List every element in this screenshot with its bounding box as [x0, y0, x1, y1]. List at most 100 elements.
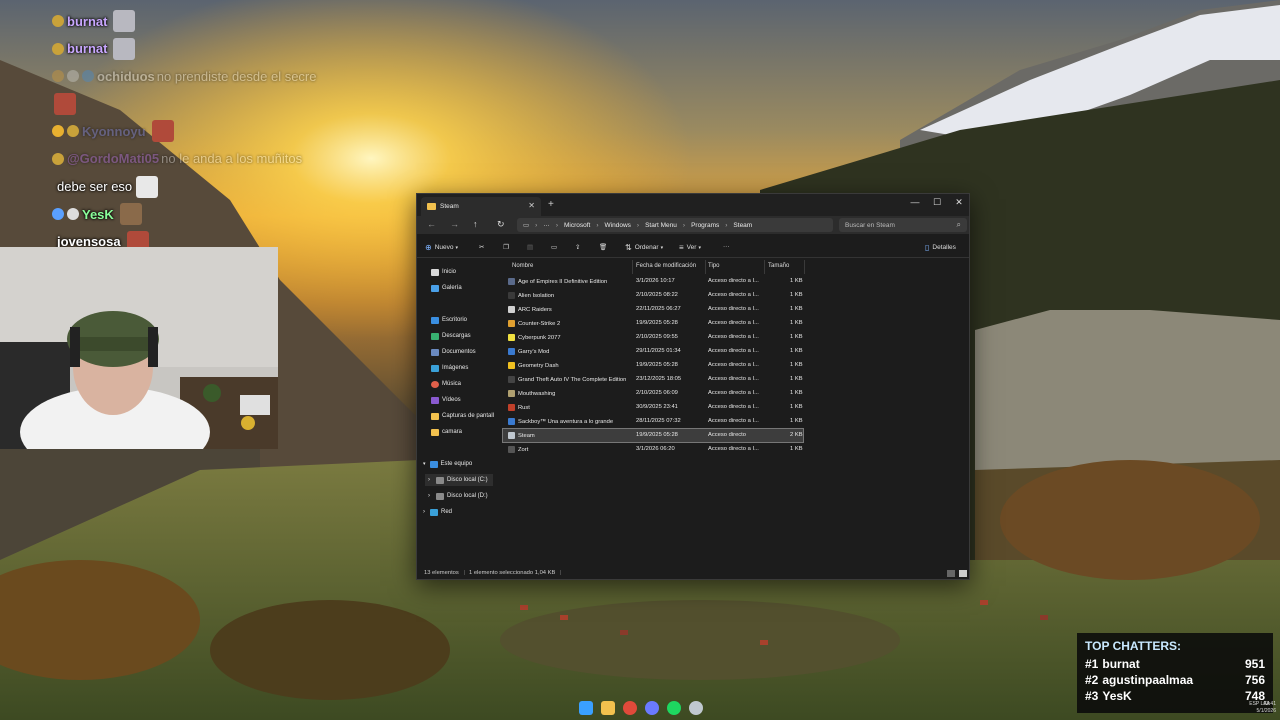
file-row[interactable]: Mouthwashing 2/10/2025 06:09 Acceso direct… [503, 387, 803, 400]
sidebar-item-imagenes[interactable]: Imágenes [431, 362, 468, 374]
file-row[interactable]: Geometry Dash 19/9/2025 05:28 Acceso direc… [503, 359, 803, 372]
file-row[interactable]: Age of Empires II Definitive Edition 3/1/… [503, 275, 803, 288]
file-size: 1 KB [790, 278, 803, 284]
file-row[interactable]: Garry's Mod 29/11/2025 01:34 Acceso direct… [503, 345, 803, 358]
column-header-name[interactable]: Nombre [512, 263, 533, 269]
file-row[interactable]: Alien Isolation 2/10/2025 08:22 Acceso dir… [503, 289, 803, 302]
search-input[interactable]: Buscar en Steam ⌕ [839, 218, 967, 232]
rename-icon[interactable]: ▭ [551, 243, 557, 251]
forward-arrow-icon[interactable]: → [450, 219, 459, 229]
more-crumbs-icon[interactable]: ··· [543, 222, 550, 229]
sidebar-item-musica[interactable]: Música [431, 378, 461, 390]
breadcrumb-windows[interactable]: Windows [605, 222, 631, 229]
close-window-icon[interactable]: ✕ [949, 197, 969, 208]
sidebar-item-videos[interactable]: Vídeos [431, 394, 461, 406]
chevron-right-icon: › [535, 221, 538, 229]
column-header-type[interactable]: Tipo [708, 263, 719, 269]
copy-icon[interactable]: ❐ [503, 243, 509, 251]
column-divider[interactable] [764, 260, 765, 274]
column-divider[interactable] [705, 260, 706, 274]
chevron-right-icon[interactable]: › [428, 493, 430, 499]
view-button[interactable]: ≡ Ver ▾ [679, 243, 701, 252]
up-arrow-icon[interactable]: ↑ [473, 219, 478, 229]
sidebar-item-red[interactable]: › Red [423, 506, 452, 518]
delete-icon[interactable]: 🗑 [599, 243, 607, 251]
maximize-icon[interactable]: ☐ [927, 197, 947, 208]
chat-username: @GordoMati05 [67, 151, 160, 167]
sidebar-item-documentos[interactable]: Documentos [431, 346, 476, 358]
tiles-view-icon[interactable] [959, 570, 967, 577]
sidebar-item-escritorio[interactable]: Escritorio [431, 314, 467, 326]
more-options-icon[interactable]: ··· [723, 243, 730, 250]
chat-message: burnat [52, 36, 412, 62]
file-date: 28/11/2025 07:32 [636, 418, 681, 424]
windows-start-icon[interactable] [579, 701, 593, 715]
sidebar-item-galeria[interactable]: Galería [431, 282, 462, 294]
column-header-modified[interactable]: Fecha de modificación [636, 263, 696, 269]
file-row[interactable]: Grand Theft Auto IV The Complete Edition… [503, 373, 803, 386]
sort-button[interactable]: ⇅ Ordenar ▾ [625, 243, 663, 252]
file-date: 19/9/2025 05:28 [636, 432, 678, 438]
sidebar-item-inicio[interactable]: Inicio [431, 266, 456, 278]
stream-chat: burnat burnat ochiduos no prendiste desd… [52, 8, 412, 256]
discord-icon[interactable] [645, 701, 659, 715]
address-bar[interactable]: ▭ › ··· › Microsoft › Windows › Start Me… [517, 218, 833, 232]
file-row[interactable]: ARC Raiders 22/11/2025 06:27 Acceso direct… [503, 303, 803, 316]
column-header-size[interactable]: Tamaño [768, 263, 789, 269]
status-divider: | [560, 570, 562, 576]
file-date: 2/10/2025 08:22 [636, 292, 678, 298]
spotify-icon[interactable] [667, 701, 681, 715]
column-divider[interactable] [632, 260, 633, 274]
minimize-icon[interactable]: — [905, 197, 925, 207]
cut-icon[interactable]: ✂ [479, 243, 484, 251]
new-button[interactable]: ⊕ Nuevo ▾ [425, 243, 458, 252]
breadcrumb-programs[interactable]: Programs [691, 222, 719, 229]
share-icon[interactable]: ⇪ [575, 243, 580, 251]
clock-readout[interactable]: 03:41 5/1/2026 [1257, 701, 1276, 715]
breadcrumb-steam[interactable]: Steam [733, 222, 752, 229]
file-row[interactable]: Zort 3/1/2026 06:20 Acceso directo a I... 1… [503, 443, 803, 456]
back-arrow-icon[interactable]: ← [427, 219, 436, 229]
view-label: Ver [686, 244, 697, 251]
refresh-icon[interactable]: ↻ [497, 219, 505, 230]
file-date-text: 2/10/2025 09:55 [636, 334, 678, 340]
breadcrumb-start-menu[interactable]: Start Menu [645, 222, 677, 229]
file-name-text: Alien Isolation [518, 293, 555, 300]
file-type-text: Acceso directo a I... [708, 334, 759, 340]
file-explorer-icon[interactable] [601, 701, 615, 715]
chevron-right-icon[interactable]: › [428, 477, 430, 483]
file-row[interactable]: Counter-Strike 2 19/9/2025 05:28 Acceso di… [503, 317, 803, 330]
file-row[interactable]: Cyberpunk 2077 2/10/2025 09:55 Acceso dire… [503, 331, 803, 344]
sidebar-item-capturas[interactable]: Capturas de pantall [431, 410, 494, 422]
file-size-text: 1 KB [790, 334, 803, 340]
sidebar-item-este-equipo[interactable]: ▾ Este equipo [423, 458, 472, 470]
paste-icon[interactable]: ▤ [527, 243, 533, 251]
file-row[interactable]: Rust 30/9/2025 23:41 Acceso directo a I...… [503, 401, 803, 414]
close-tab-icon[interactable]: ✕ [528, 201, 535, 210]
new-tab-icon[interactable]: + [548, 199, 554, 210]
tab-steam[interactable]: Steam ✕ [421, 197, 541, 216]
title-bar: Steam ✕ + — ☐ ✕ [417, 194, 969, 216]
chat-username: YesK [82, 206, 114, 222]
details-button[interactable]: ▯ Detalles [925, 243, 956, 252]
sidebar-item-camara[interactable]: camara [431, 426, 462, 438]
chevron-down-icon[interactable]: ▾ [423, 461, 426, 467]
column-divider[interactable] [804, 260, 805, 274]
steam-icon[interactable] [689, 701, 703, 715]
details-view-icon[interactable] [947, 570, 955, 577]
sidebar-item-disco-c[interactable]: › Disco local (C:) [425, 474, 493, 486]
sidebar-item-disco-d[interactable]: › Disco local (D:) [425, 490, 488, 502]
chrome-icon[interactable] [623, 701, 637, 715]
sidebar-item-descargas[interactable]: Descargas [431, 330, 471, 342]
breadcrumb-microsoft[interactable]: Microsoft [564, 222, 590, 229]
file-row[interactable]: Sackboy™ Una aventura a lo grande 28/11/2… [503, 415, 803, 428]
shortcut-icon [508, 376, 515, 383]
navigation-bar: ← → ↑ ↻ ▭ › ··· › Microsoft › Windows › … [417, 216, 969, 234]
file-date-text: 19/9/2025 05:28 [636, 362, 678, 368]
file-size-text: 2 KB [790, 432, 803, 438]
chevron-right-icon[interactable]: › [423, 509, 425, 515]
shortcut-icon [508, 306, 515, 313]
file-row[interactable]: Steam 19/9/2025 05:28 Acceso directo 2 KB [502, 428, 804, 443]
file-size: 1 KB [790, 320, 803, 326]
chat-username: ochiduos [97, 68, 155, 84]
